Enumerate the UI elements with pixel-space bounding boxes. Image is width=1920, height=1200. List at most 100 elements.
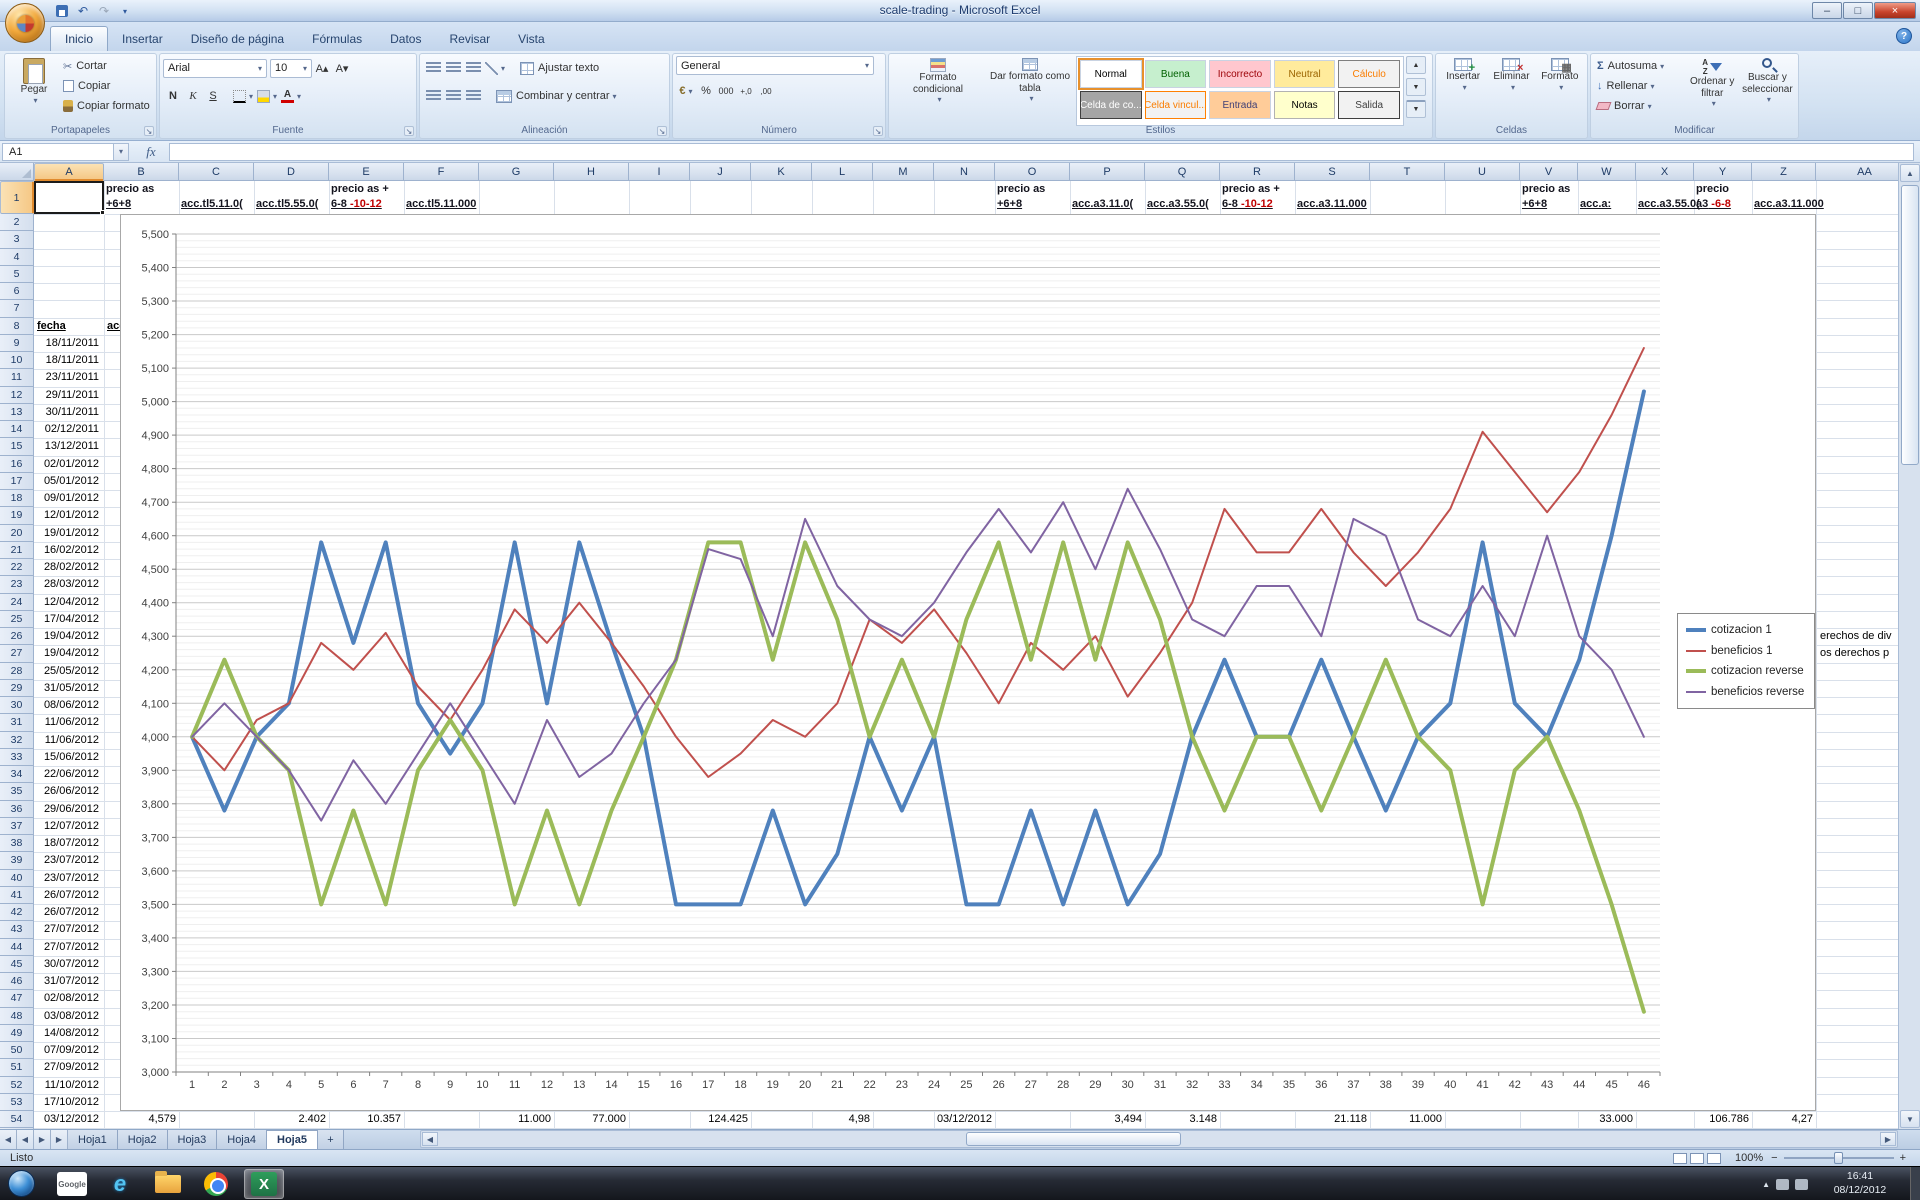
cell-a29[interactable]: 31/05/2012 <box>34 680 99 697</box>
row-header-53[interactable]: 53 <box>0 1094 34 1111</box>
column-header-K[interactable]: K <box>751 163 812 181</box>
cell-a11[interactable]: 23/11/2011 <box>34 369 99 386</box>
column-header-W[interactable]: W <box>1578 163 1636 181</box>
sheet-grid[interactable]: 3,0003,1003,2003,3003,4003,5003,6003,700… <box>34 181 1898 1129</box>
fill-handle[interactable] <box>100 210 105 215</box>
cell-a12[interactable]: 29/11/2011 <box>34 387 99 404</box>
row-header-34[interactable]: 34 <box>0 766 34 783</box>
decrease-decimal-button[interactable]: ,00 <box>756 82 776 101</box>
cell-style-normal[interactable]: Normal <box>1080 60 1142 88</box>
merge-center-button[interactable]: Combinar y centrar▾ <box>493 86 620 106</box>
row-header-14[interactable]: 14 <box>0 421 34 438</box>
cell-style-celda-de-co-[interactable]: Celda de co... <box>1080 91 1142 119</box>
vertical-scrollbar[interactable]: ▲ ▼ <box>1898 163 1920 1129</box>
column-header-U[interactable]: U <box>1445 163 1520 181</box>
cell-a32[interactable]: 11/06/2012 <box>34 732 99 749</box>
row-header-32[interactable]: 32 <box>0 732 34 749</box>
row-header-11[interactable]: 11 <box>0 369 34 386</box>
copy-button[interactable]: Copiar <box>60 76 153 96</box>
row-header-15[interactable]: 15 <box>0 438 34 455</box>
taskbar-google-button[interactable]: Google <box>52 1169 92 1199</box>
wrap-text-button[interactable]: Ajustar texto <box>517 58 602 78</box>
cell-a24[interactable]: 12/04/2012 <box>34 594 99 611</box>
row-header-42[interactable]: 42 <box>0 904 34 921</box>
row-header-33[interactable]: 33 <box>0 749 34 766</box>
row-header-8[interactable]: 8 <box>0 318 34 335</box>
tab-diseño-de-página[interactable]: Diseño de página <box>177 26 298 51</box>
sheet-tab-hoja1[interactable]: Hoja1 <box>68 1130 118 1149</box>
font-color-button[interactable]: A▾ <box>279 87 303 106</box>
cell-a15[interactable]: 13/12/2011 <box>34 438 99 455</box>
cell-style-notas[interactable]: Notas <box>1274 91 1336 119</box>
cell-a8[interactable]: fecha <box>37 318 66 335</box>
column-header-X[interactable]: X <box>1636 163 1694 181</box>
tab-revisar[interactable]: Revisar <box>435 26 504 51</box>
row-header-7[interactable]: 7 <box>0 300 34 317</box>
row-header-12[interactable]: 12 <box>0 387 34 404</box>
row-header-36[interactable]: 36 <box>0 801 34 818</box>
font-size-select[interactable]: 10▾ <box>270 59 312 78</box>
zoom-slider[interactable] <box>1784 1157 1894 1159</box>
find-select-button[interactable]: Buscar y seleccionar ▾ <box>1740 56 1795 126</box>
cell-y54[interactable]: 106.786 <box>1696 1111 1749 1128</box>
network-icon[interactable] <box>1776 1179 1789 1190</box>
dialog-launcher-icon[interactable]: ↘ <box>873 126 883 136</box>
cell-style-entrada[interactable]: Entrada <box>1209 91 1271 119</box>
cell-a50[interactable]: 07/09/2012 <box>34 1042 99 1059</box>
dialog-launcher-icon[interactable]: ↘ <box>144 126 154 136</box>
row-header-23[interactable]: 23 <box>0 576 34 593</box>
name-box-dropdown[interactable]: ▾ <box>114 143 129 161</box>
clipped-cell-text[interactable]: os derechos p <box>1820 645 1898 662</box>
column-header-Y[interactable]: Y <box>1694 163 1752 181</box>
cell-a45[interactable]: 30/07/2012 <box>34 956 99 973</box>
row-header-54[interactable]: 54 <box>0 1111 34 1128</box>
column-header-Q[interactable]: Q <box>1145 163 1220 181</box>
increase-decimal-button[interactable]: +,0 <box>736 82 756 101</box>
cell-h54[interactable]: 77.000 <box>556 1111 626 1128</box>
row-header-30[interactable]: 30 <box>0 697 34 714</box>
insert-sheet-button[interactable]: + <box>318 1130 344 1149</box>
cell-style-salida[interactable]: Salida <box>1338 91 1400 119</box>
percent-button[interactable]: % <box>696 82 716 101</box>
row-header-2[interactable]: 2 <box>0 214 34 231</box>
format-cells-button[interactable]: ▦ Formato ▾ <box>1536 56 1584 126</box>
cell-a33[interactable]: 15/06/2012 <box>34 749 99 766</box>
cell-style-buena[interactable]: Buena <box>1145 60 1207 88</box>
office-button[interactable] <box>5 3 45 43</box>
hidden-icons-button[interactable]: ▲ <box>1762 1180 1770 1189</box>
row-header-49[interactable]: 49 <box>0 1025 34 1042</box>
start-button[interactable] <box>8 1170 35 1197</box>
row-header-48[interactable]: 48 <box>0 1008 34 1025</box>
autosum-button[interactable]: ΣAutosuma▾ <box>1594 56 1685 76</box>
row-header-50[interactable]: 50 <box>0 1042 34 1059</box>
cell-a52[interactable]: 11/10/2012 <box>34 1077 99 1094</box>
row-header-3[interactable]: 3 <box>0 231 34 248</box>
cell-a14[interactable]: 02/12/2011 <box>34 421 99 438</box>
cell-a30[interactable]: 08/06/2012 <box>34 697 99 714</box>
cell-a39[interactable]: 23/07/2012 <box>34 852 99 869</box>
thousands-button[interactable]: 000 <box>716 82 736 101</box>
zoom-in-button[interactable]: + <box>1900 1152 1906 1164</box>
column-header-O[interactable]: O <box>995 163 1070 181</box>
cell-a41[interactable]: 26/07/2012 <box>34 887 99 904</box>
row-header-51[interactable]: 51 <box>0 1059 34 1076</box>
column-header-I[interactable]: I <box>629 163 690 181</box>
vertical-scroll-thumb[interactable] <box>1901 185 1919 465</box>
column-header-P[interactable]: P <box>1070 163 1145 181</box>
column-header-N[interactable]: N <box>934 163 995 181</box>
help-button[interactable]: ? <box>1896 28 1912 44</box>
tab-inicio[interactable]: Inicio <box>50 26 108 51</box>
row-header-52[interactable]: 52 <box>0 1077 34 1094</box>
cell-a48[interactable]: 03/08/2012 <box>34 1008 99 1025</box>
cell-a38[interactable]: 18/07/2012 <box>34 835 99 852</box>
row-header-25[interactable]: 25 <box>0 611 34 628</box>
cell-Z1[interactable]: acc.a3.11.000 <box>1754 181 1838 214</box>
column-header-M[interactable]: M <box>873 163 934 181</box>
tab-insertar[interactable]: Insertar <box>108 26 177 51</box>
borders-button[interactable]: ▾ <box>231 87 255 106</box>
fill-button[interactable]: ↓Rellenar▾ <box>1594 76 1685 96</box>
row-header-47[interactable]: 47 <box>0 990 34 1007</box>
column-header-AA[interactable]: AA <box>1816 163 1898 181</box>
row-header-46[interactable]: 46 <box>0 973 34 990</box>
insert-function-button[interactable]: fx <box>137 143 165 161</box>
